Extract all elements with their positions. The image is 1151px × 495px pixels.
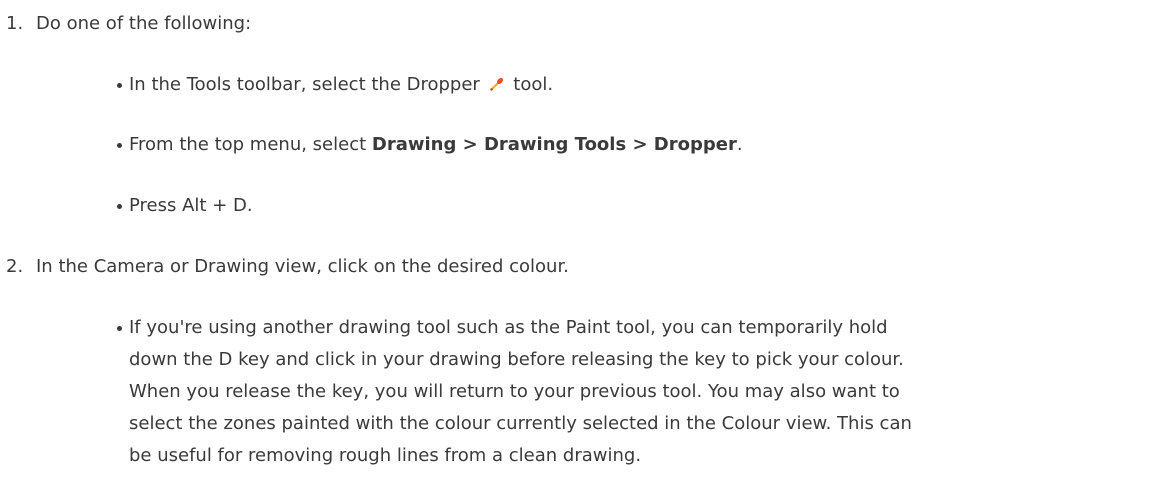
paragraph-line: If you're using another drawing tool suc…	[129, 317, 888, 338]
paragraph-line: down the D key and click in your drawing…	[129, 349, 904, 370]
step-2: 2. In the Camera or Drawing view, click o…	[6, 254, 569, 280]
step-2-number: 2.	[6, 256, 24, 277]
list-item-text-after: tool.	[513, 74, 554, 95]
list-item-text: Press Alt + D.	[129, 195, 253, 216]
step-1: 1. Do one of the following:	[6, 11, 251, 37]
list-item-text: From the top menu, select Drawing > Draw…	[129, 132, 743, 158]
bullet-icon	[117, 204, 122, 209]
paragraph-line: When you release the key, you will retur…	[129, 381, 900, 402]
document: 1. Do one of the following: In the Tools …	[0, 0, 1151, 495]
list-item-text: In the Tools toolbar, select the Dropper…	[129, 72, 553, 98]
bullet-icon	[117, 326, 122, 331]
paragraph-line: be useful for removing rough lines from …	[129, 445, 642, 466]
step-2-text: In the Camera or Drawing view, click on …	[36, 256, 569, 277]
bullet-icon	[117, 143, 122, 148]
bullet-icon	[117, 83, 122, 88]
dropper-icon	[488, 75, 506, 93]
paragraph-line: select the zones painted with the colour…	[129, 413, 912, 434]
list-item-paragraph: If you're using another drawing tool suc…	[129, 312, 1139, 472]
step-1-number: 1.	[6, 13, 24, 34]
list-item-text-before: In the Tools toolbar, select the Dropper	[129, 74, 480, 95]
list-item-text-prefix: From the top menu, select	[129, 134, 372, 155]
list-item-text-suffix: .	[736, 134, 743, 155]
menu-path: Drawing > Drawing Tools > Dropper	[371, 134, 737, 155]
step-1-text: Do one of the following:	[36, 13, 252, 34]
